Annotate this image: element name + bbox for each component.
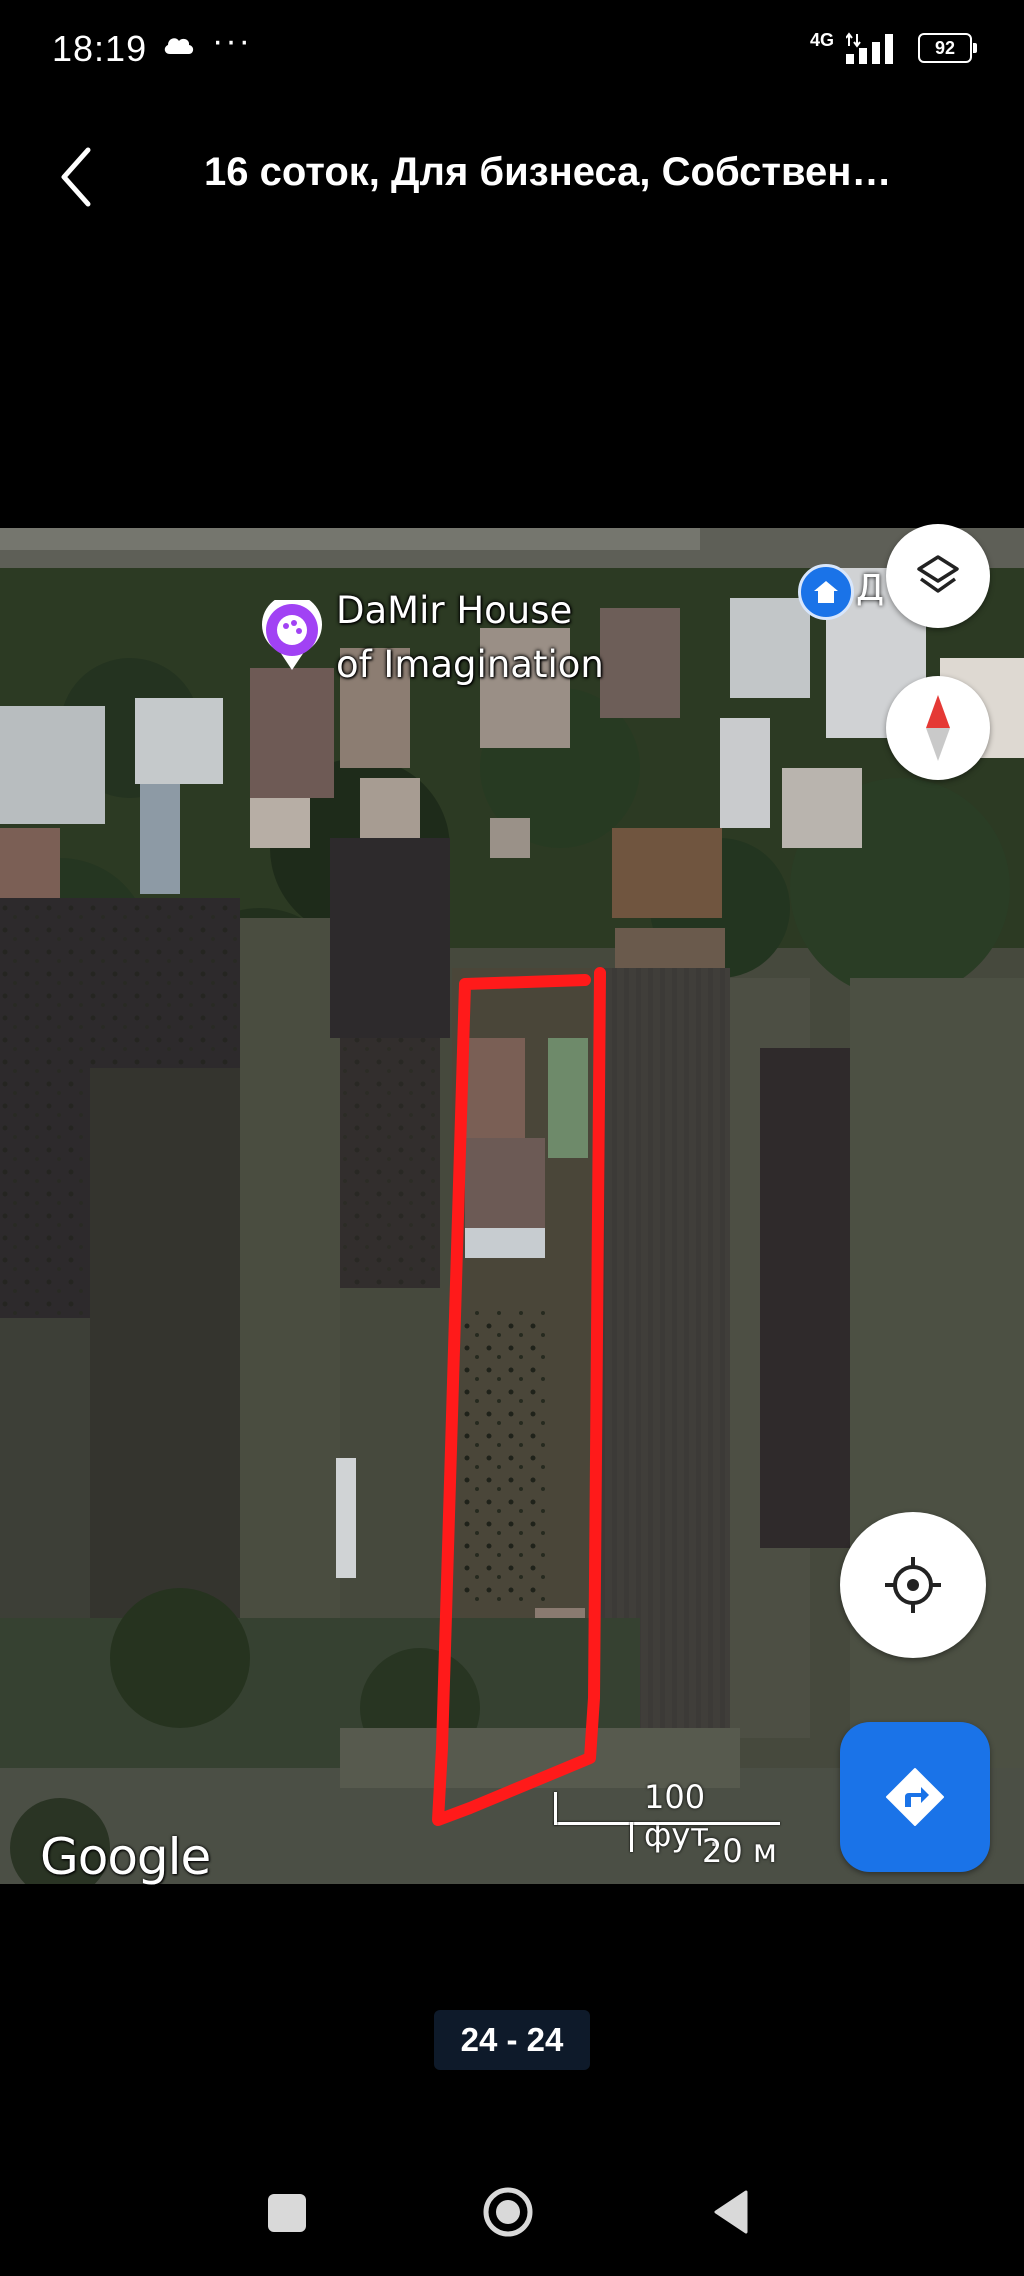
map-scale: 100 фут. 20 м [552,1778,782,1870]
scale-line [554,1822,780,1825]
directions-button[interactable] [840,1722,990,1872]
my-location-icon [885,1557,941,1613]
home-poi-label: Д [856,568,885,609]
battery-level: 92 [934,37,956,58]
compass-button[interactable] [886,676,990,780]
status-indicators: 4G 92 [809,28,977,68]
status-time: 18:19 [52,28,148,69]
compass-icon [926,695,950,761]
battery-icon: 92 [918,33,977,63]
home-icon[interactable] [798,564,854,620]
scale-tick [630,1822,633,1852]
directions-icon [886,1768,944,1826]
locate-button[interactable] [840,1512,986,1658]
network-type-label: 4G [809,30,834,50]
chevron-left-icon[interactable] [52,142,112,212]
scale-tick [554,1792,557,1825]
image-counter: 24 - 24 [434,2010,590,2070]
satellite-imagery [0,528,1024,1884]
recent-apps-icon[interactable] [268,2194,306,2232]
back-triangle-icon[interactable] [710,2188,750,2236]
poi-label[interactable]: DaMir House of Imagination [336,584,604,692]
page-title: 16 соток, Для бизнеса, Собствен… [204,150,892,194]
layers-icon [917,555,959,593]
satellite-map[interactable] [0,528,1024,1884]
google-logo: Google [40,1828,211,1886]
home-button-icon[interactable] [482,2186,534,2238]
status-bar: 18:19 ··· 4G 92 [0,0,1024,96]
layers-button[interactable] [886,524,990,628]
palette-icon[interactable] [262,600,322,672]
signal-icon [846,32,893,64]
poi-name-line2: of Imagination [336,643,604,686]
status-more-indicator: ··· [212,22,252,60]
cloud-icon [164,38,194,54]
poi-name-line1: DaMir House [336,589,573,632]
scale-meters-label: 20 м [702,1832,778,1870]
app-header: 16 соток, Для бизнеса, Собствен… [0,120,1024,230]
